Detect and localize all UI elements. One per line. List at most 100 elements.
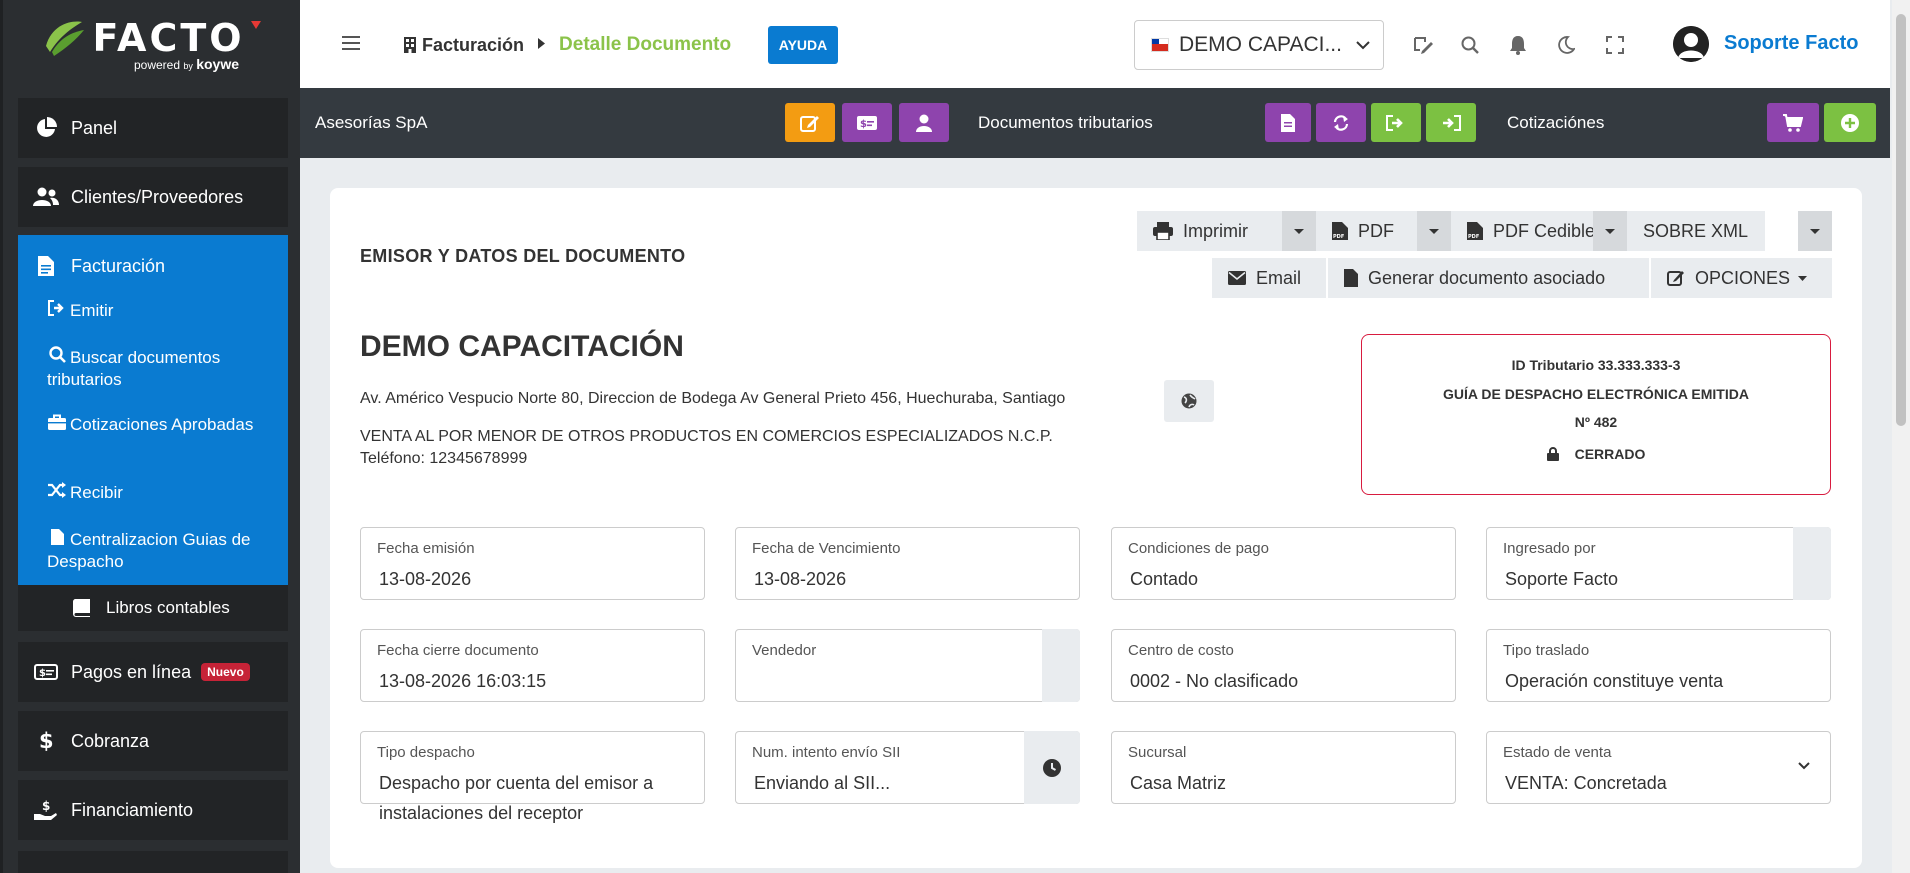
field-addon <box>1042 629 1080 702</box>
field-intento-envio-sii[interactable]: Num. intento envío SII Enviando al SII..… <box>735 731 1080 804</box>
docs-label: Documentos tributarios <box>978 113 1153 132</box>
field-ingresado-por[interactable]: Ingresado por Soporte Facto <box>1486 527 1831 600</box>
field-estado-venta[interactable]: Estado de venta VENTA: Concretada <box>1486 731 1831 804</box>
field-label: Vendedor <box>752 642 817 659</box>
file-icon <box>47 529 67 551</box>
docs-file-button[interactable] <box>1265 103 1311 142</box>
svg-text:$: $ <box>42 799 50 813</box>
sidebar-item-more[interactable] <box>18 851 288 873</box>
sidebar-item-label: Clientes/Proveedores <box>71 186 244 207</box>
section-title: EMISOR Y DATOS DEL DOCUMENTO <box>360 246 686 266</box>
field-label: Tipo despacho <box>377 744 475 761</box>
moon-icon[interactable] <box>1555 34 1577 56</box>
sidebar-item-financiamiento[interactable]: $ Financiamiento <box>18 780 288 840</box>
field-tipo-traslado[interactable]: Tipo traslado Operación constituye venta <box>1486 629 1831 702</box>
sidebar-subitem-recibir[interactable]: Recibir <box>47 482 257 504</box>
sidebar-item-cobranza[interactable]: $ Cobranza <box>18 711 288 771</box>
sidebar-item-label: Cobranza <box>71 730 150 751</box>
field-value: 0002 - No clasificado <box>1130 671 1299 691</box>
document-card: EMISOR Y DATOS DEL DOCUMENTO Imprimir PD… <box>330 188 1862 868</box>
field-fecha-cierre[interactable]: Fecha cierre documento 13-08-2026 16:03:… <box>360 629 705 702</box>
sobre-xml-button[interactable]: SOBRE XML <box>1627 211 1765 251</box>
building-icon <box>404 37 416 53</box>
field-label: Sucursal <box>1128 744 1187 761</box>
docs-exchange-button[interactable] <box>1316 103 1366 142</box>
sidebar-subitem-label: Emitir <box>70 301 114 320</box>
scrollbar-thumb[interactable] <box>1896 14 1906 426</box>
email-button[interactable]: Email <box>1212 258 1326 298</box>
breadcrumb-root[interactable]: Facturación <box>422 35 524 56</box>
sidebar-item-clientes[interactable]: Clientes/Proveedores <box>18 167 288 227</box>
bell-icon[interactable] <box>1507 34 1529 56</box>
signature-icon[interactable] <box>1412 34 1434 56</box>
edit-client-button[interactable] <box>785 103 835 142</box>
field-tipo-despacho[interactable]: Tipo despacho Despacho por cuenta del em… <box>360 731 705 823</box>
avatar[interactable] <box>1673 26 1709 62</box>
chile-flag-icon <box>1151 38 1169 52</box>
client-card-button[interactable]: $ <box>842 103 892 142</box>
sidebar-subitem-centralizacion[interactable]: Centralizacion Guias de Despacho <box>47 529 257 573</box>
sidebar-item-pagos[interactable]: $ Pagos en línea Nuevo <box>18 642 288 702</box>
print-button[interactable]: Imprimir <box>1137 211 1282 251</box>
logo-brand: koywe <box>196 56 240 72</box>
quotes-add-button[interactable] <box>1824 103 1876 142</box>
sidebar-subitem-cotizaciones[interactable]: Cotizaciones Aprobadas <box>47 414 257 436</box>
company-giro-block: VENTA AL POR MENOR DE OTROS PRODUCTOS EN… <box>360 426 1053 470</box>
field-fecha-vencimiento[interactable]: Fecha de Vencimiento 13-08-2026 <box>735 527 1080 600</box>
field-value: Casa Matriz <box>1130 773 1227 793</box>
docs-receive-button[interactable] <box>1426 103 1476 142</box>
field-value: 13-08-2026 16:03:15 <box>379 671 547 691</box>
docs-issue-button[interactable] <box>1371 103 1421 142</box>
status-badge: CERRADO <box>1362 446 1830 464</box>
pdf-cedible-button[interactable]: PDF PDF Cedible <box>1451 211 1599 251</box>
generate-associated-document-button[interactable]: Generar documento asociado <box>1328 258 1649 298</box>
field-vendedor[interactable]: Vendedor <box>735 629 1080 702</box>
logo-powered: powered <box>133 58 180 72</box>
company-select-value: DEMO CAPACI... <box>1179 33 1342 56</box>
options-label: OPCIONES <box>1695 267 1791 288</box>
sign-in-icon <box>1441 114 1461 131</box>
facto-logo[interactable]: FACTO powered by koywe <box>3 0 300 88</box>
quotes-cart-button[interactable] <box>1767 103 1819 142</box>
history-button[interactable] <box>1024 731 1080 804</box>
printer-icon <box>1153 222 1173 240</box>
tax-id: ID Tributario 33.333.333-3 <box>1511 357 1681 373</box>
sidebar: FACTO powered by koywe Panel Clientes/Pr… <box>0 0 300 873</box>
briefcase-icon <box>47 414 67 436</box>
file-text-icon <box>1281 113 1295 132</box>
print-dropdown-toggle[interactable] <box>1282 211 1316 251</box>
field-centro-costo[interactable]: Centro de costo 0002 - No clasificado <box>1111 629 1456 702</box>
search-icon[interactable] <box>1459 34 1481 56</box>
sidebar-subitem-buscar[interactable]: Buscar documentos tributarios <box>47 346 257 391</box>
sidebar-item-panel[interactable]: Panel <box>18 98 288 158</box>
help-button[interactable]: AYUDA <box>768 26 838 64</box>
hamburger-menu-icon[interactable] <box>342 35 360 56</box>
sidebar-subitem-emitir[interactable]: Emitir <box>47 300 257 322</box>
quick-toolbar: Asesorías SpA $ Documentos tributarios C… <box>300 88 1890 158</box>
pdf-cedible-dropdown-toggle[interactable] <box>1593 211 1627 251</box>
field-addon <box>1793 527 1831 600</box>
pdf-file-icon: PDF <box>1467 222 1483 240</box>
company-address: Av. Américo Vespucio Norte 80, Direccion… <box>360 390 1066 407</box>
logo-tagline: powered by koywe <box>134 56 239 72</box>
field-condiciones-pago[interactable]: Condiciones de pago Contado <box>1111 527 1456 600</box>
pdf-button[interactable]: PDF PDF <box>1316 211 1422 251</box>
sidebar-subitem-label: Recibir <box>70 483 123 502</box>
field-fecha-emision[interactable]: Fecha emisión 13-08-2026 <box>360 527 705 600</box>
field-value: Contado <box>1130 569 1199 589</box>
caret-right-icon <box>538 38 546 52</box>
sobre-xml-dropdown-toggle[interactable] <box>1798 211 1832 251</box>
map-button[interactable] <box>1164 380 1214 422</box>
fullscreen-icon[interactable] <box>1604 34 1626 56</box>
sidebar-item-libros[interactable]: Libros contables <box>18 585 288 631</box>
pdf-dropdown-toggle[interactable] <box>1417 211 1451 251</box>
field-sucursal[interactable]: Sucursal Casa Matriz <box>1111 731 1456 804</box>
field-value: VENTA: Concretada <box>1505 773 1667 793</box>
client-user-button[interactable] <box>899 103 949 142</box>
company-select[interactable]: DEMO CAPACI... <box>1134 20 1384 70</box>
options-button[interactable]: OPCIONES <box>1651 258 1832 298</box>
svg-text:PDF: PDF <box>1468 234 1479 240</box>
user-name[interactable]: Soporte Facto <box>1724 32 1858 55</box>
sidebar-item-facturacion[interactable]: Facturación <box>18 235 288 297</box>
page-scrollbar[interactable] <box>1892 0 1910 873</box>
